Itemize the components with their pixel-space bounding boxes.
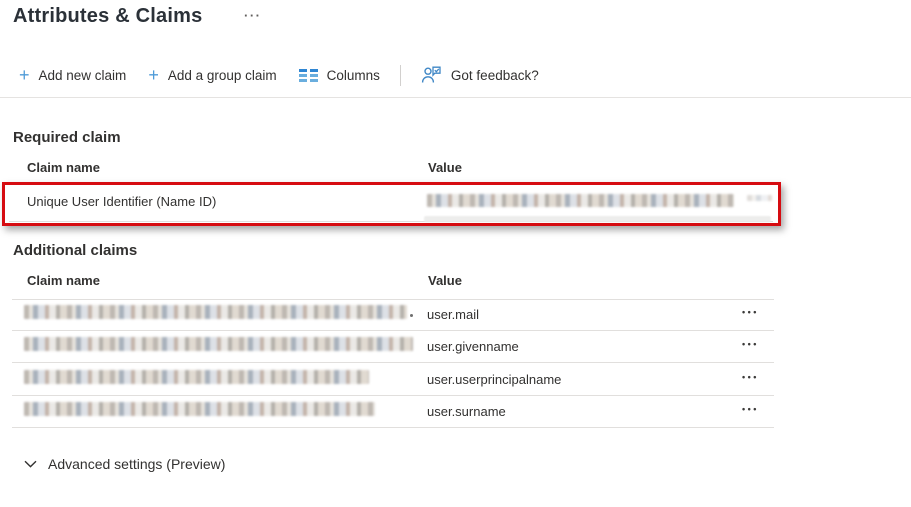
- row-menu-button[interactable]: •••: [740, 368, 761, 386]
- required-claim-name-column-header: Claim name: [27, 160, 100, 175]
- additional-claims-heading: Additional claims: [13, 242, 137, 259]
- required-claim-name[interactable]: Unique User Identifier (Name ID): [27, 194, 216, 209]
- add-new-claim-button[interactable]: + Add new claim: [8, 63, 137, 88]
- required-value-column-header: Value: [428, 160, 462, 175]
- claims-table-row[interactable]: user.userprincipalname •••: [12, 364, 774, 396]
- columns-button[interactable]: Columns: [288, 63, 391, 88]
- plus-icon: +: [148, 68, 159, 82]
- row-menu-button[interactable]: •••: [740, 303, 761, 321]
- redacted-value-fragment: [747, 195, 772, 201]
- add-group-claim-button[interactable]: + Add a group claim: [137, 63, 287, 88]
- toolbar-separator: [400, 65, 401, 86]
- claim-value[interactable]: user.givenname: [427, 339, 519, 354]
- row-menu-button[interactable]: •••: [740, 335, 761, 353]
- add-group-claim-label: Add a group claim: [168, 68, 277, 83]
- redacted-claim-name: [24, 337, 413, 351]
- required-claim-heading: Required claim: [13, 129, 121, 146]
- attributes-claims-page: Attributes & Claims ··· + Add new claim …: [0, 0, 911, 507]
- row-menu-button[interactable]: •••: [740, 400, 761, 418]
- chevron-down-icon: [24, 460, 37, 468]
- columns-label: Columns: [327, 68, 380, 83]
- redacted-value-bar: [424, 216, 771, 222]
- toolbar-divider: [0, 97, 911, 98]
- claim-value[interactable]: user.mail: [427, 307, 479, 322]
- redacted-claim-name: [24, 305, 407, 319]
- command-bar: + Add new claim + Add a group claim Colu…: [8, 60, 550, 90]
- claim-value[interactable]: user.surname: [427, 404, 506, 419]
- claim-value[interactable]: user.userprincipalname: [427, 372, 561, 387]
- columns-icon: [299, 69, 318, 82]
- add-new-claim-label: Add new claim: [39, 68, 127, 83]
- claims-table-row[interactable]: user.mail •••: [12, 300, 774, 331]
- redacted-claim-name: [24, 370, 369, 384]
- got-feedback-button[interactable]: Got feedback?: [410, 61, 550, 89]
- advanced-settings-label: Advanced settings (Preview): [48, 456, 225, 472]
- plus-icon: +: [19, 68, 30, 82]
- page-title: Attributes & Claims: [13, 5, 202, 28]
- required-claim-row[interactable]: Unique User Identifier (Name ID): [9, 183, 773, 222]
- additional-claim-name-column-header: Claim name: [27, 273, 100, 288]
- feedback-icon: [421, 66, 442, 84]
- advanced-settings-toggle[interactable]: Advanced settings (Preview): [24, 456, 225, 472]
- claims-table-row[interactable]: user.surname •••: [12, 396, 774, 428]
- redacted-text-period: [410, 314, 413, 317]
- redacted-required-claim-value: [427, 194, 734, 207]
- redacted-claim-name: [24, 402, 375, 416]
- claims-table-row[interactable]: user.givenname •••: [12, 331, 774, 363]
- additional-value-column-header: Value: [428, 273, 462, 288]
- title-context-menu-button[interactable]: ···: [244, 8, 262, 23]
- got-feedback-label: Got feedback?: [451, 68, 539, 83]
